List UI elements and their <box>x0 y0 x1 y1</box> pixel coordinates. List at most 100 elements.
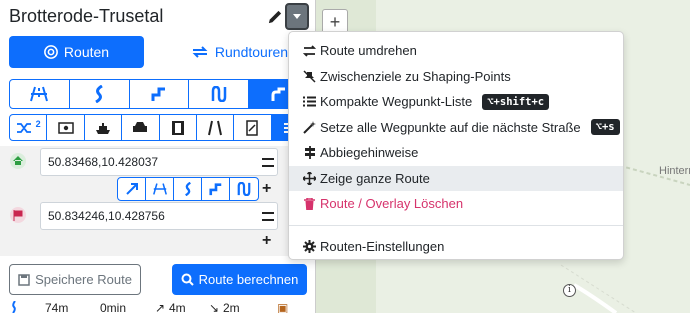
segment-profile-winding[interactable] <box>230 178 258 200</box>
profile-road-step[interactable] <box>130 80 190 108</box>
add-waypoint-icon[interactable]: + <box>262 232 271 250</box>
option-shuffle[interactable]: 2 <box>10 115 48 140</box>
route-options-dropdown-button[interactable] <box>285 3 309 30</box>
road-winding-icon <box>237 182 251 196</box>
route-ascent: 4m <box>169 301 186 313</box>
waypoint-end-input[interactable]: 50.834246,10.428756 <box>40 202 278 230</box>
money-icon <box>57 121 74 134</box>
arrows-move-icon <box>303 171 316 185</box>
route-time: 0min <box>100 301 127 313</box>
segment-profile-step[interactable] <box>202 178 230 200</box>
signs-icon <box>303 146 316 160</box>
option-unpaved[interactable] <box>197 115 235 140</box>
menu-item-label: Route umdrehen <box>320 43 417 59</box>
route-distance: 74m <box>45 301 69 313</box>
gear-icon <box>303 239 316 253</box>
menu-item-show-whole-route[interactable]: Zeige ganze Route <box>289 165 623 191</box>
calculate-route-label: Route berechnen <box>198 272 299 287</box>
road-icon <box>12 301 16 313</box>
menu-item-reverse-route[interactable]: Route umdrehen <box>289 38 623 64</box>
waypoint-start-input[interactable]: 50.83468,10.428037 <box>40 148 278 176</box>
road-step-icon <box>208 183 221 196</box>
route-stats: 74m 0min ↗ 4m ↘ 2m ▣ <box>9 301 309 313</box>
save-route-button[interactable]: Speichere Route <box>9 264 141 295</box>
finish-flag-icon <box>10 207 26 223</box>
floppy-disk-icon <box>18 273 30 286</box>
menu-item-label: Abbiegehinweise <box>320 145 419 161</box>
drag-handle-icon[interactable] <box>262 212 274 221</box>
route-sidebar: Brotterode-Trusetal Routen Rundtouren 2 … <box>0 0 316 313</box>
menu-item-label: Kompakte Wegpunkt-Liste <box>320 94 473 110</box>
road-winding-icon <box>211 86 227 102</box>
trash-icon <box>303 197 316 210</box>
menu-item-delete-route[interactable]: Route / Overlay Löschen <box>289 191 623 217</box>
profile-selector <box>9 79 309 109</box>
direct-arrow-icon <box>125 183 138 195</box>
dirt-road-icon <box>208 120 223 135</box>
highway-icon <box>30 86 49 102</box>
map-info-marker[interactable]: i <box>563 284 576 297</box>
option-toll[interactable] <box>47 115 85 140</box>
profile-road-curve[interactable] <box>70 80 130 108</box>
search-icon <box>181 273 194 286</box>
loop-arrows-icon <box>192 46 208 58</box>
list-icon <box>303 95 316 108</box>
menu-item-label: Zwischenziele zu Shaping-Points <box>320 68 511 84</box>
home-icon <box>10 153 26 169</box>
elevation-chart-icon[interactable]: ▣ <box>277 301 288 313</box>
ferry-icon <box>95 122 110 134</box>
road-curve-icon <box>184 182 191 196</box>
menu-item-compact-waypoint-list[interactable]: Kompakte Wegpunkt-Liste ⌥+shift+c <box>289 89 623 115</box>
tab-routen-label: Routen <box>63 44 110 60</box>
calculate-route-button[interactable]: Route berechnen <box>172 264 307 295</box>
traffic-sign-icon <box>246 119 259 136</box>
magic-wand-icon <box>303 120 316 134</box>
film-icon <box>171 120 184 135</box>
menu-item-snap-waypoints[interactable]: Setze alle Wegpunkte auf die nächste Str… <box>289 115 623 141</box>
ascent-arrow-icon: ↗ <box>155 301 166 313</box>
option-tunnel[interactable] <box>160 115 197 140</box>
menu-item-shaping-points[interactable]: Zwischenziele zu Shaping-Points <box>289 64 623 90</box>
menu-item-label: Route / Overlay Löschen <box>320 196 464 212</box>
road-step-icon <box>151 87 165 101</box>
segment-profile-selector <box>117 177 259 201</box>
shortcut-badge: ⌥+s <box>590 119 620 136</box>
menu-item-label: Routen-Einstellungen <box>320 238 445 254</box>
segment-profile-highway[interactable] <box>146 178 174 200</box>
menu-item-turn-instructions[interactable]: Abbiegehinweise <box>289 140 623 166</box>
arrows-swap-icon <box>303 44 316 57</box>
option-sign[interactable] <box>234 115 272 140</box>
route-descent: 2m <box>223 301 240 313</box>
compass-icon <box>44 45 58 59</box>
menu-divider <box>289 224 623 226</box>
option-car[interactable] <box>122 115 160 140</box>
pencil-icon[interactable] <box>268 10 282 24</box>
caret-down-icon <box>293 14 301 19</box>
route-options-row: 2 <box>9 114 309 141</box>
drag-handle-icon[interactable] <box>262 158 274 167</box>
highway-icon <box>152 183 167 195</box>
road-offroad-icon <box>271 87 285 101</box>
car-icon <box>133 122 148 132</box>
profile-highway[interactable] <box>10 80 70 108</box>
shuffle-icon <box>16 122 31 133</box>
option-ferry[interactable] <box>85 115 123 140</box>
save-route-label: Speichere Route <box>35 272 132 287</box>
shortcut-badge: ⌥+shift+c <box>482 93 550 110</box>
shuffle-count-badge: 2 <box>35 118 41 129</box>
segment-profile-curve[interactable] <box>174 178 202 200</box>
segment-profile-straight[interactable] <box>118 178 146 200</box>
menu-item-label: Zeige ganze Route <box>320 170 430 186</box>
profile-road-winding[interactable] <box>189 80 250 108</box>
menu-item-label: Setze alle Wegpunkte auf die nächste Str… <box>320 119 581 135</box>
road-curve-icon <box>95 85 103 103</box>
map-pin-slash-icon <box>303 70 316 83</box>
tab-rundtouren-label: Rundtouren <box>214 44 289 60</box>
route-options-menu: Route umdrehen Zwischenziele zu Shaping-… <box>288 31 624 260</box>
add-waypoint-icon[interactable]: + <box>262 180 271 198</box>
tab-routen[interactable]: Routen <box>9 36 144 68</box>
route-title: Brotterode-Trusetal <box>9 6 164 26</box>
menu-item-route-settings[interactable]: Routen-Einstellungen <box>289 234 623 260</box>
map-road-label: Hinterr <box>659 165 690 177</box>
tab-rundtouren[interactable]: Rundtouren <box>172 36 307 68</box>
